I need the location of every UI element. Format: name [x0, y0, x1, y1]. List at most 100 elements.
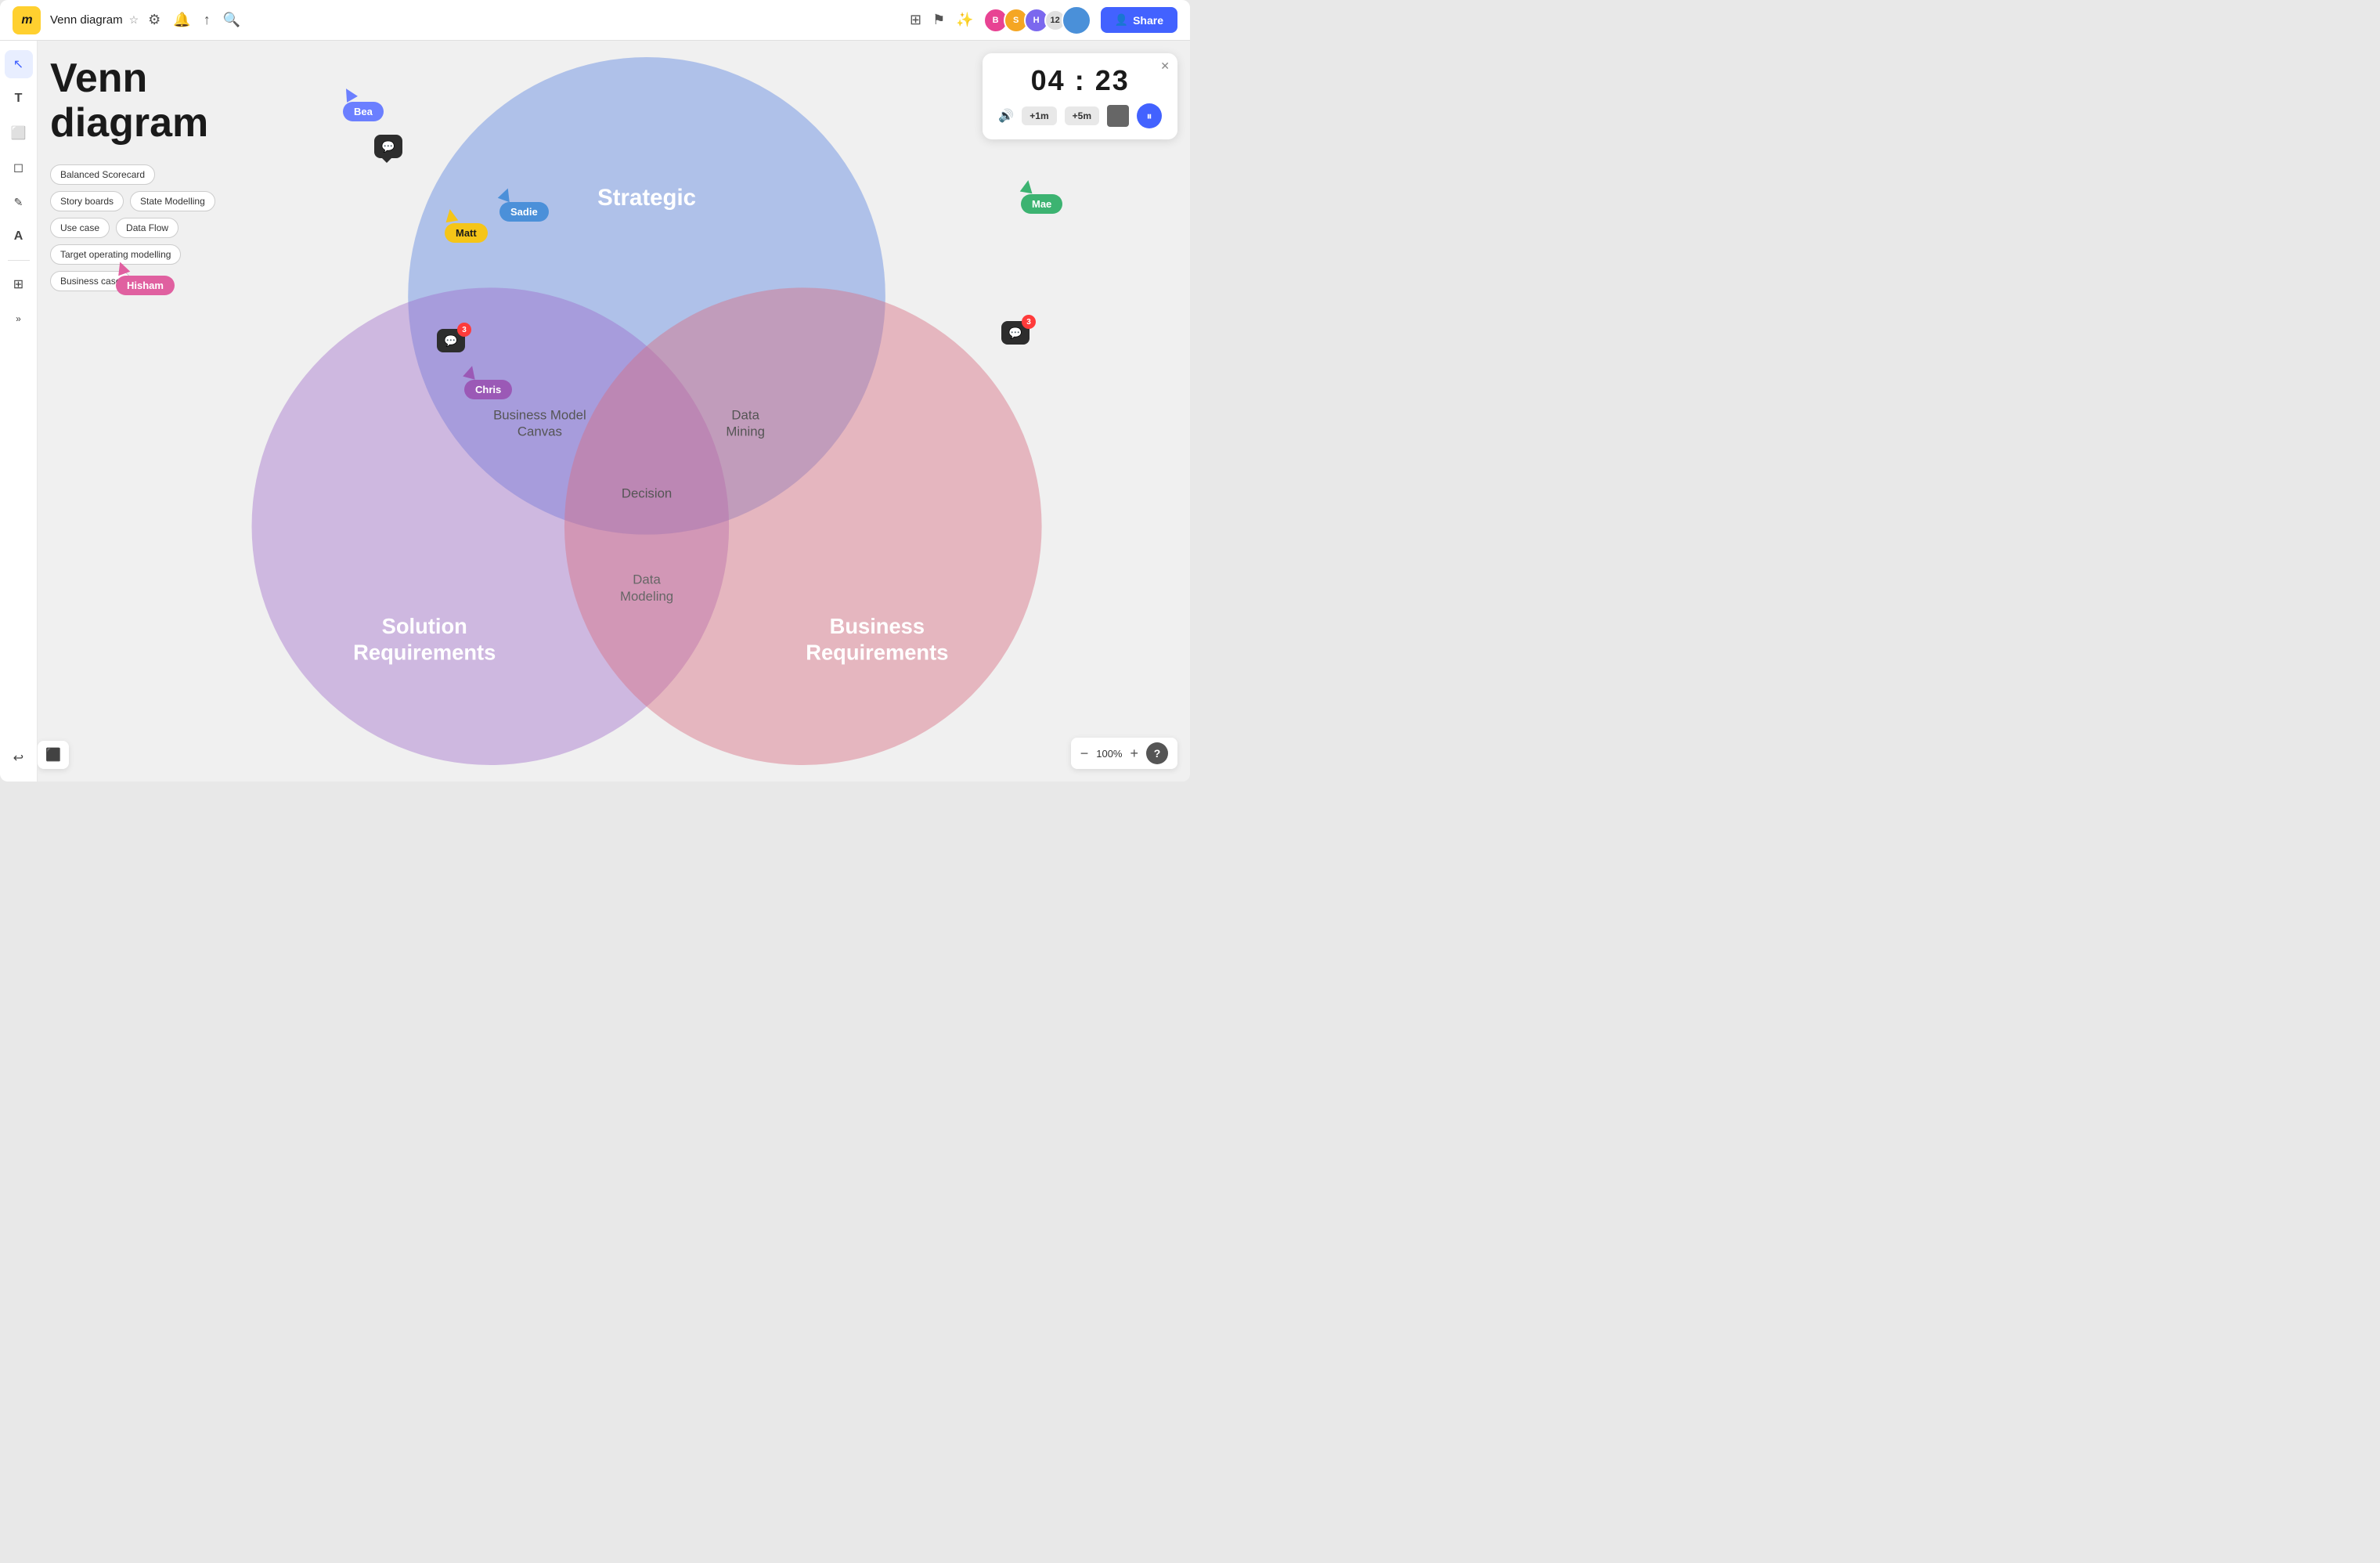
sidebar-tool-text[interactable]: T — [5, 85, 33, 113]
timer-colon: : — [1075, 64, 1095, 96]
bea-label: Bea — [343, 102, 384, 121]
timer-close[interactable]: ✕ — [1160, 60, 1170, 73]
left-panel: Venndiagram Balanced Scorecard Story boa… — [50, 56, 222, 291]
comment-bubble-2[interactable]: 💬 3 — [1001, 321, 1030, 345]
font-icon: A — [14, 229, 23, 244]
sadie-label: Sadie — [499, 202, 549, 222]
sadie-arrow — [498, 186, 514, 203]
bea-arrow — [341, 85, 358, 103]
hisham-arrow — [114, 260, 131, 276]
zoom-level: 100% — [1093, 748, 1125, 760]
comment-bubble-1[interactable]: 💬 — [374, 135, 402, 158]
timer-plus5-btn[interactable]: +5m — [1065, 106, 1099, 125]
timer-controls: 🔊 +1m +5m ⏸ — [998, 103, 1162, 128]
sidebar-bottom: ↩ — [5, 744, 33, 772]
flag-icon[interactable]: ⚑ — [932, 12, 945, 28]
timer-sound-icon[interactable]: 🔊 — [998, 108, 1014, 124]
sidebar-tool-pen[interactable]: ✎ — [5, 188, 33, 216]
settings-icon[interactable]: ⚙ — [148, 12, 160, 28]
cursor-bea: Bea — [343, 88, 355, 102]
cursor-mae: Mae — [1021, 180, 1033, 194]
help-btn[interactable]: ? — [1146, 742, 1168, 764]
comment-badge-3: 3 — [457, 323, 471, 337]
comment-bubble-3[interactable]: 💬 3 — [437, 329, 465, 352]
notifications-icon[interactable]: 🔔 — [173, 12, 190, 28]
more-icon: » — [16, 313, 21, 324]
sidebar-tool-font[interactable]: A — [5, 222, 33, 251]
chris-label: Chris — [464, 380, 512, 399]
label-decision: Decision — [622, 486, 672, 500]
bottom-left-panel-btn[interactable]: ⬛ — [38, 741, 69, 769]
chris-arrow — [463, 364, 478, 380]
zoom-bar: − 100% + ? — [1071, 738, 1177, 769]
timer-plus1-btn[interactable]: +1m — [1022, 106, 1056, 125]
sidebar-tool-more[interactable]: » — [5, 305, 33, 333]
frame-icon: ⬜ — [11, 125, 27, 141]
sidebar-tool-shapes[interactable]: ◻ — [5, 153, 33, 182]
cursor-matt: Matt — [445, 209, 457, 223]
label-solution-1: Solution — [382, 614, 467, 638]
timer-pause-btn[interactable]: ⏸ — [1137, 103, 1162, 128]
tag-balanced-scorecard[interactable]: Balanced Scorecard — [50, 164, 155, 185]
cursor-icon: ↖ — [13, 56, 23, 72]
sidebar-tool-select[interactable]: ↖ — [5, 50, 33, 78]
search-icon[interactable]: 🔍 — [223, 12, 240, 28]
share-label: Share — [1133, 14, 1163, 27]
tag-state-modelling[interactable]: State Modelling — [130, 191, 215, 211]
matt-arrow — [444, 208, 459, 223]
canvas-area[interactable]: Venndiagram Balanced Scorecard Story boa… — [38, 41, 1190, 782]
share-icon: 👤 — [1115, 13, 1128, 27]
zoom-out-btn[interactable]: − — [1080, 745, 1089, 762]
main-area: ↖ T ⬜ ◻ ✎ A ⊞ » — [0, 41, 1190, 782]
top-bar: m Venn diagram ☆ ⚙ 🔔 ↑ 🔍 ⊞ ⚑ ✨ B S H 12 — [0, 0, 1190, 41]
mae-label: Mae — [1021, 194, 1062, 214]
doc-title: Venn diagram ☆ — [50, 13, 139, 27]
timer-minutes: 04 — [1031, 64, 1066, 96]
matt-label: Matt — [445, 223, 488, 243]
sidebar-tool-undo[interactable]: ↩ — [5, 744, 33, 772]
tag-story-boards[interactable]: Story boards — [50, 191, 124, 211]
sidebar-tool-grid[interactable]: ⊞ — [5, 270, 33, 298]
comment-icon-3: 💬 — [444, 334, 457, 348]
apps-icon[interactable]: ⊞ — [910, 12, 921, 28]
panel-icon: ⬛ — [45, 747, 61, 763]
sidebar-divider — [8, 260, 30, 261]
comment-icon-2: 💬 — [1008, 327, 1022, 340]
shapes-icon: ◻ — [13, 160, 23, 175]
app-window: m Venn diagram ☆ ⚙ 🔔 ↑ 🔍 ⊞ ⚑ ✨ B S H 12 — [0, 0, 1190, 782]
magic-icon[interactable]: ✨ — [956, 12, 973, 28]
zoom-in-btn[interactable]: + — [1130, 745, 1138, 762]
toolbar-icons: ⊞ ⚑ ✨ — [910, 12, 974, 28]
label-data-mining-1: Data — [731, 408, 759, 423]
miro-logo: m — [13, 6, 41, 34]
tag-data-flow[interactable]: Data Flow — [116, 218, 178, 238]
share-button[interactable]: 👤 Share — [1101, 7, 1177, 33]
timer-stop-btn[interactable] — [1107, 105, 1129, 127]
document-name: Venn diagram — [50, 13, 123, 27]
label-data-modeling-1: Data — [633, 572, 661, 587]
comment-badge-2: 3 — [1022, 315, 1036, 329]
favorite-icon[interactable]: ☆ — [129, 13, 139, 27]
cursor-chris: Chris — [464, 366, 477, 380]
cursor-hisham: Hisham — [116, 262, 128, 276]
upload-icon[interactable]: ↑ — [204, 12, 211, 28]
grid-icon: ⊞ — [13, 276, 23, 292]
label-business-model-1: Business Model — [493, 408, 586, 423]
diagram-title: Venndiagram — [50, 56, 222, 146]
diagram-title-text: Venndiagram — [50, 56, 208, 146]
label-data-modeling-2: Modeling — [620, 589, 673, 604]
timer-widget: ✕ 04 : 23 🔊 +1m +5m ⏸ — [983, 53, 1177, 139]
label-business-1: Business — [830, 614, 925, 638]
label-business-model-2: Canvas — [517, 424, 562, 439]
hisham-label: Hisham — [116, 276, 175, 295]
label-business-2: Requirements — [806, 640, 948, 664]
comment-icon-1: 💬 — [381, 140, 395, 153]
avatar-current-user — [1062, 5, 1091, 35]
undo-icon: ↩ — [13, 750, 23, 766]
label-solution-2: Requirements — [353, 640, 496, 664]
top-bar-icons: ⚙ 🔔 ↑ 🔍 — [148, 12, 240, 28]
sidebar-tool-frame[interactable]: ⬜ — [5, 119, 33, 147]
circle-business — [564, 287, 1042, 765]
tag-use-case[interactable]: Use case — [50, 218, 110, 238]
cursor-sadie: Sadie — [499, 188, 512, 202]
